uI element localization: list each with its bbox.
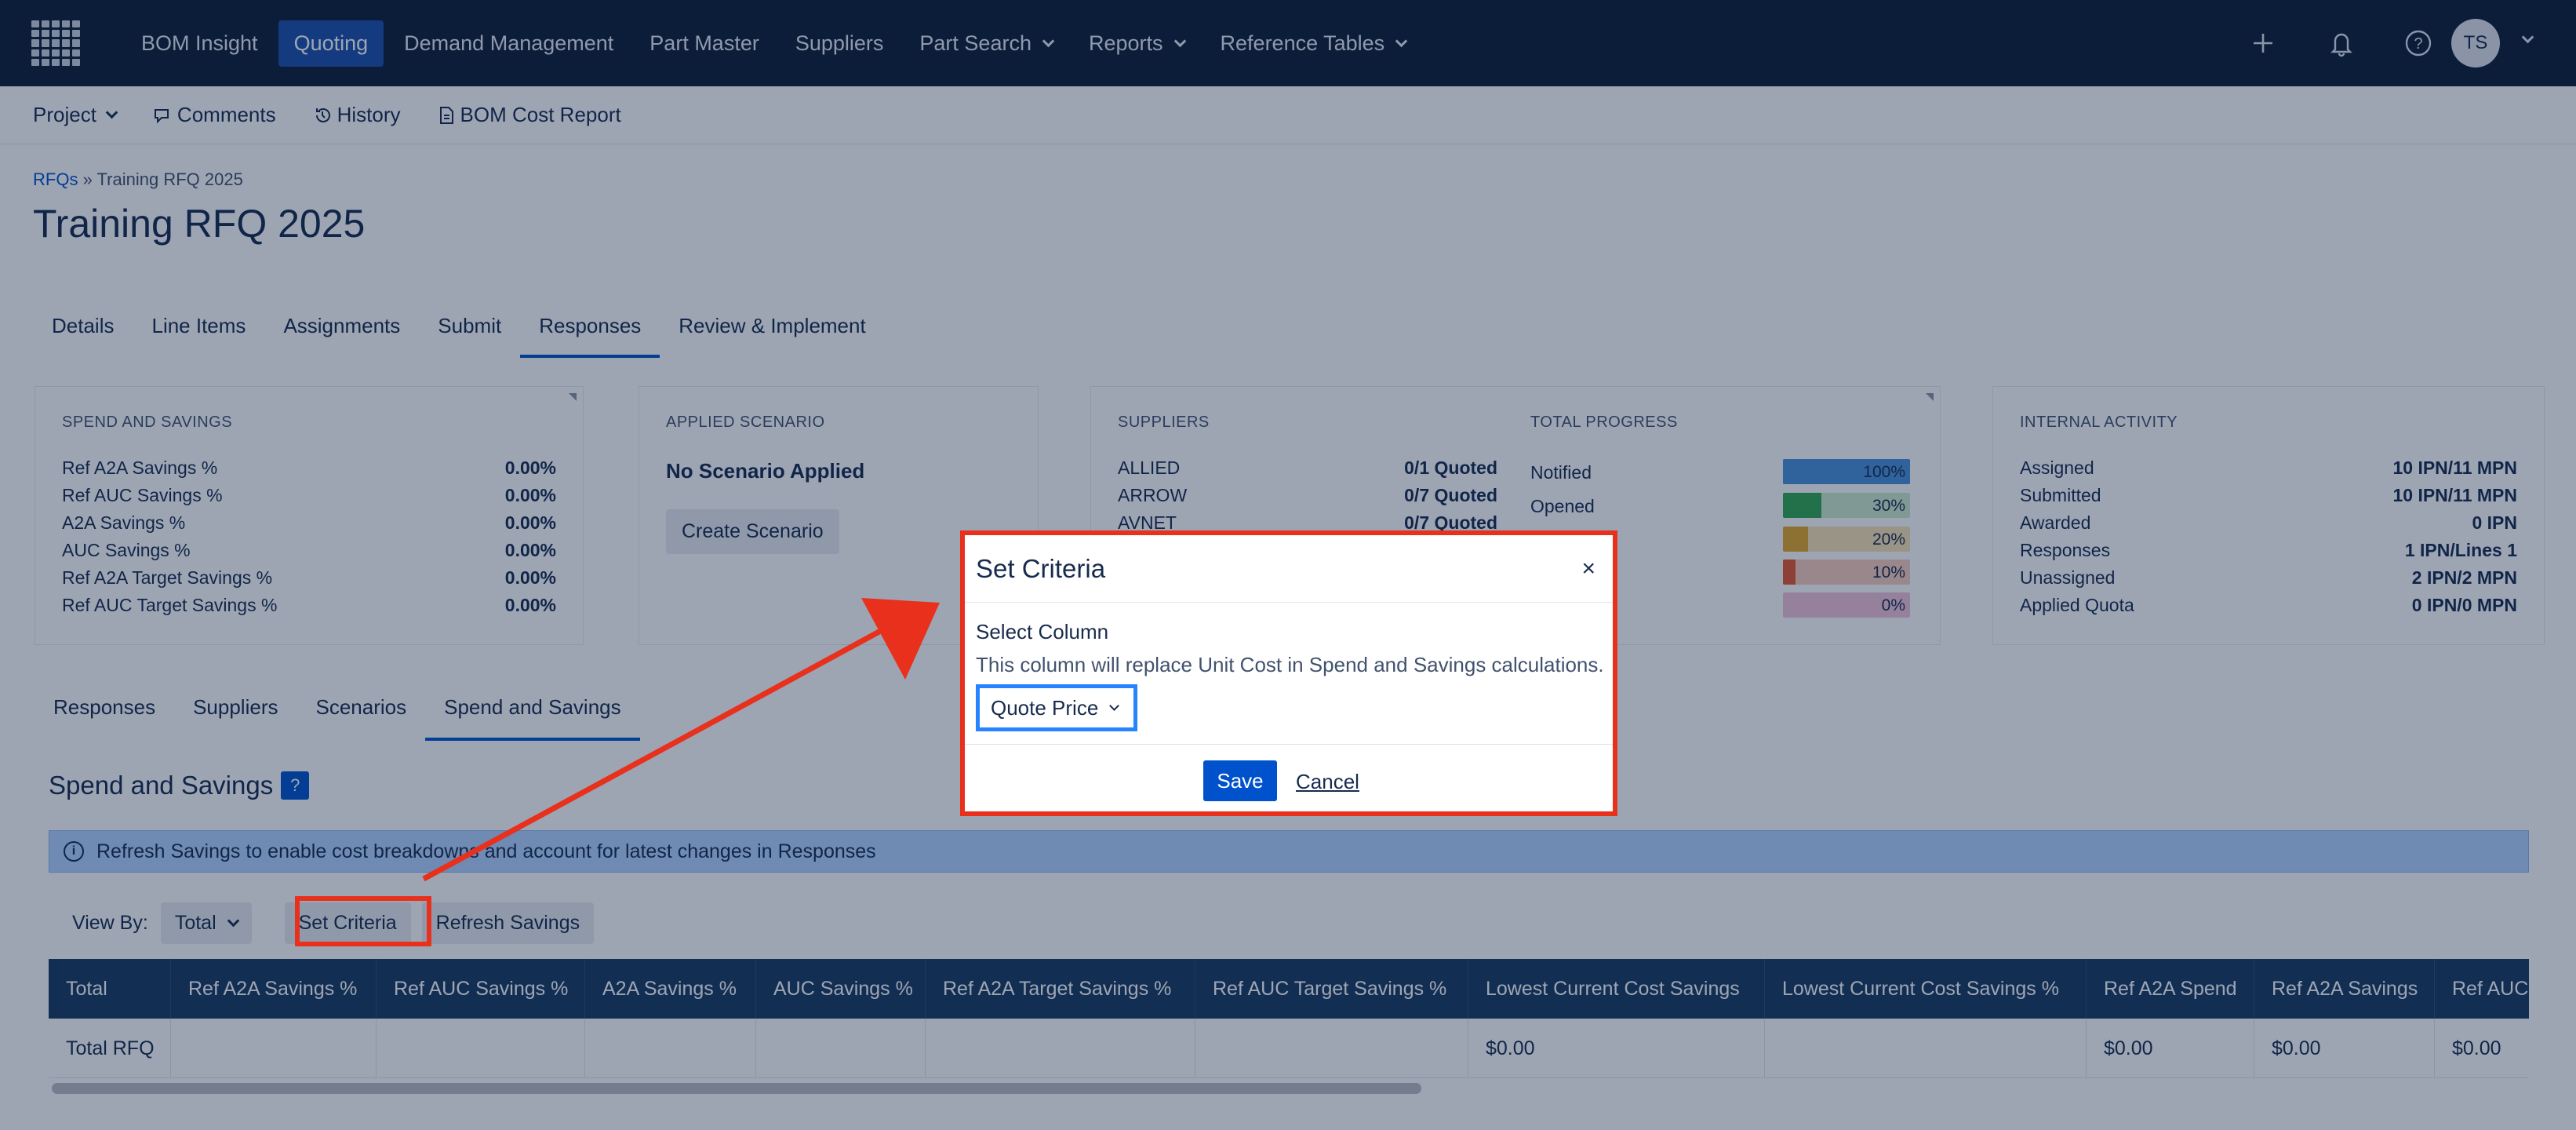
arrow-head <box>861 598 940 680</box>
select-column-help: This column will replace Unit Cost in Sp… <box>976 653 1604 676</box>
close-icon[interactable]: × <box>1581 556 1595 582</box>
modal-header: Set Criteria × <box>965 535 1613 603</box>
criteria-column-value: Quote Price <box>991 695 1099 720</box>
select-column-label: Select Column <box>976 620 1109 643</box>
chevron-down-icon <box>1109 700 1120 711</box>
save-button[interactable]: Save <box>1203 760 1277 801</box>
modal-footer: Save Cancel <box>965 744 1613 811</box>
criteria-column-select[interactable]: Quote Price <box>976 684 1137 731</box>
cancel-button[interactable]: Cancel <box>1296 770 1359 794</box>
arrow-shaft <box>422 625 888 882</box>
set-criteria-modal: Set Criteria × Select Column This column… <box>960 530 1617 816</box>
modal-title: Set Criteria <box>976 554 1106 583</box>
